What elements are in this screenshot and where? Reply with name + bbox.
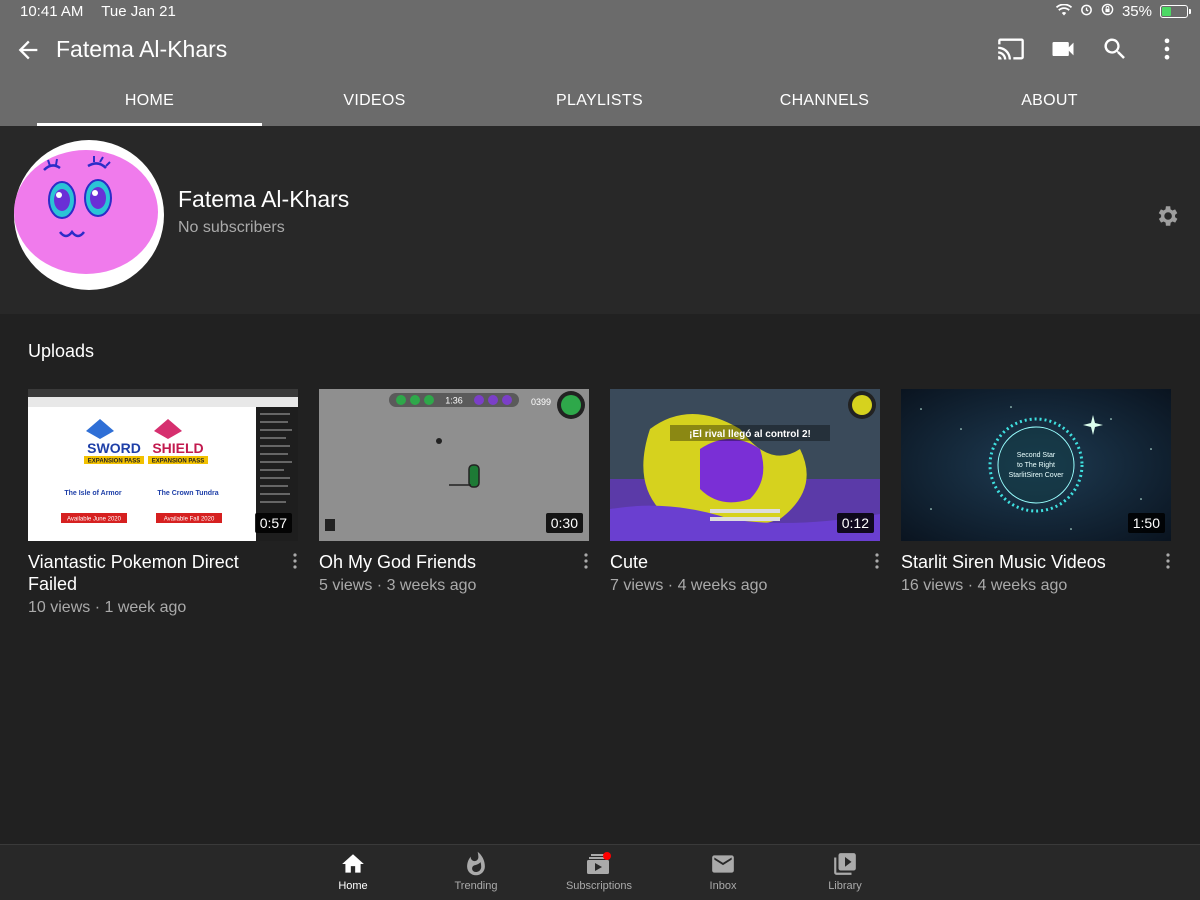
video-meta: 16 views · 4 weeks ago [901, 577, 1068, 594]
video-meta: 10 views · 1 week ago [28, 599, 187, 616]
library-icon [834, 853, 856, 875]
video-meta: 5 views · 3 weeks ago [319, 577, 477, 594]
available-fall-text: Available Fall 2020 [164, 517, 215, 523]
channel-header: Fatema Al-Khars No subscribers [0, 126, 1200, 314]
uploads-heading: Uploads [28, 341, 95, 361]
bottom-navigation: Home Trending Subscriptions Inbox Librar… [0, 844, 1200, 900]
wifi-icon [1055, 3, 1073, 20]
tab-playlists[interactable]: PLAYLISTS [487, 76, 712, 126]
more-vert-icon[interactable] [290, 553, 300, 569]
status-bar: 10:41 AM Tue Jan 21 35% [0, 0, 1200, 24]
video-card[interactable]: ¡El rival llegó al control 2! 0:12 Cute … [610, 389, 880, 617]
channel-avatar[interactable] [14, 140, 164, 290]
shield-expansion-text: EXPANSION PASS [152, 459, 204, 465]
tab-videos[interactable]: VIDEOS [262, 76, 487, 126]
uploads-shelf: SWORD SHIELD EXPANSION PASS EXPANSION PA… [28, 389, 1171, 617]
subscriber-count: No subscribers [178, 219, 285, 236]
isle-of-armor-text: The Isle of Armor [64, 490, 122, 497]
tab-about[interactable]: ABOUT [937, 76, 1162, 126]
match-timer-text: 1:36 [445, 396, 463, 406]
video-duration: 0:12 [836, 513, 874, 533]
video-thumbnail[interactable]: Second Star to The Right StarlitSiren Co… [901, 389, 1171, 541]
search-icon[interactable] [1100, 34, 1130, 64]
channel-name: Fatema Al-Khars [178, 186, 350, 212]
battery-percent: 35% [1121, 3, 1152, 20]
nav-inbox-label: Inbox [709, 880, 737, 892]
app-bar-title: Fatema Al-Khars [56, 36, 228, 62]
status-time: 10:41 AM [20, 3, 84, 20]
video-title[interactable]: Oh My God Friends [319, 551, 559, 573]
song-title-line3: StarlitSiren Cover [1009, 472, 1065, 479]
more-vert-icon[interactable] [1152, 34, 1182, 64]
video-meta: 7 views · 4 weeks ago [610, 577, 768, 594]
sword-logo-text: SWORD [87, 440, 141, 456]
nav-library[interactable]: Library [800, 851, 890, 892]
status-date: Tue Jan 21 [101, 3, 176, 20]
alarm-icon [1080, 3, 1093, 20]
more-vert-icon[interactable] [581, 553, 591, 569]
video-title[interactable]: Starlit Siren Music Videos [901, 551, 1141, 573]
nav-subscriptions-label: Subscriptions [565, 880, 633, 892]
video-camera-icon[interactable] [1048, 34, 1078, 64]
crown-tundra-text: The Crown Tundra [157, 490, 218, 497]
battery-icon [1160, 5, 1191, 18]
rival-control-text: ¡El rival llegó al control 2! [689, 429, 811, 440]
more-vert-icon[interactable] [1163, 553, 1173, 569]
nav-inbox[interactable]: Inbox [678, 851, 768, 892]
video-duration: 0:57 [254, 513, 292, 533]
home-icon [342, 854, 364, 873]
nav-trending[interactable]: Trending [431, 851, 521, 892]
song-title-line2: to The Right [1017, 462, 1055, 469]
video-card[interactable]: SWORD SHIELD EXPANSION PASS EXPANSION PA… [28, 389, 298, 617]
available-june-text: Available June 2020 [67, 517, 122, 523]
video-thumbnail[interactable]: SWORD SHIELD EXPANSION PASS EXPANSION PA… [28, 389, 298, 541]
video-card[interactable]: Second Star to The Right StarlitSiren Co… [901, 389, 1171, 617]
tab-channels[interactable]: CHANNELS [712, 76, 937, 126]
gear-icon[interactable] [1154, 203, 1180, 229]
back-arrow-icon[interactable] [14, 36, 42, 64]
nav-home-label: Home [338, 880, 368, 892]
cast-icon[interactable] [996, 34, 1026, 64]
song-title-line1: Second Star [1017, 452, 1056, 459]
score-text: 0399 [531, 397, 551, 407]
nav-trending-label: Trending [454, 880, 498, 892]
video-title[interactable]: Cute [610, 551, 850, 573]
nav-home[interactable]: Home [308, 851, 398, 892]
app-bar: Fatema Al-Khars [0, 24, 1200, 76]
channel-tabs: HOME VIDEOS PLAYLISTS CHANNELS ABOUT [0, 76, 1200, 126]
tab-home[interactable]: HOME [37, 76, 262, 126]
video-thumbnail[interactable]: ¡El rival llegó al control 2! 0:12 [610, 389, 880, 541]
subscriptions-icon [587, 852, 611, 874]
shield-logo-text: SHIELD [152, 440, 203, 456]
video-card[interactable]: 1:36 0399 0:30 Oh My God Friends 5 views… [319, 389, 589, 617]
nav-library-label: Library [828, 880, 862, 892]
video-duration: 0:30 [545, 513, 583, 533]
video-duration: 1:50 [1127, 513, 1165, 533]
flame-icon [467, 851, 485, 876]
more-vert-icon[interactable] [872, 553, 882, 569]
sword-expansion-text: EXPANSION PASS [88, 459, 140, 465]
nav-subscriptions[interactable]: Subscriptions [554, 851, 644, 892]
notification-dot [603, 852, 611, 860]
video-title[interactable]: Viantastic Pokemon Direct Failed [28, 551, 268, 595]
video-thumbnail[interactable]: 1:36 0399 0:30 [319, 389, 589, 541]
envelope-icon [712, 855, 734, 873]
rotation-lock-icon [1101, 3, 1114, 20]
